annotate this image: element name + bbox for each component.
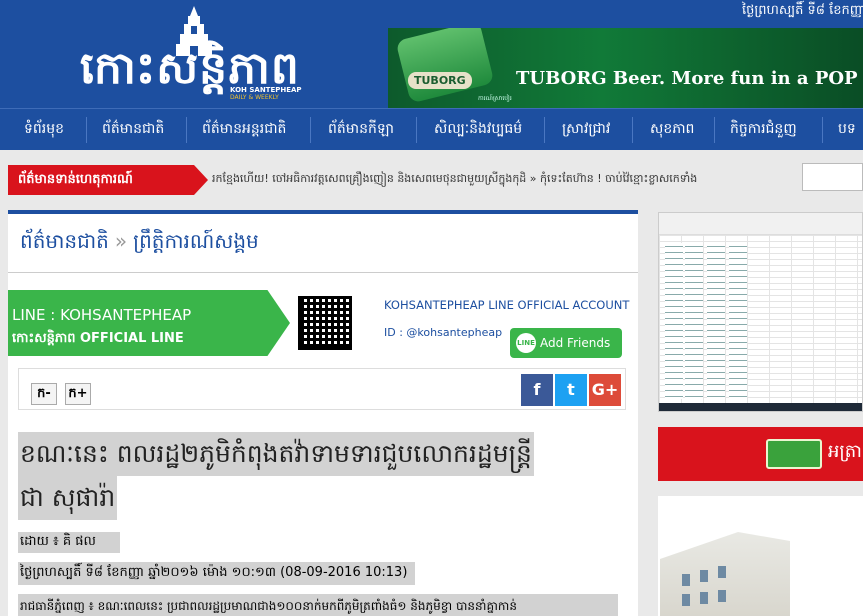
add-friends-label: Add Friends <box>540 336 611 350</box>
nav-divider <box>86 117 87 143</box>
nav-divider <box>822 117 823 143</box>
add-friends-button[interactable]: LINE Add Friends <box>510 328 622 358</box>
search-input[interactable] <box>802 163 863 191</box>
promo-label: អត្រា <box>828 441 862 462</box>
breaking-news-ticker[interactable]: រកខ្មែងហើយ! ចៅអធិការវត្តសេពគ្រឿងញៀន និងស… <box>212 172 697 188</box>
building-window <box>682 574 690 586</box>
logo-subtitle: KOH SANTEPHEAP <box>230 86 302 94</box>
beer-can-image <box>395 28 495 104</box>
breaking-news-bar: ព័ត៌មានទាន់ហេតុការណ៍ រកខ្មែងហើយ! ចៅអធិកា… <box>0 150 863 208</box>
twitter-share-icon[interactable]: t <box>555 374 587 406</box>
nav-divider <box>632 117 633 143</box>
spreadsheet-column <box>729 243 747 399</box>
building-window <box>700 592 708 604</box>
article-toolbar: ក- ក+ f t G+ <box>18 368 626 410</box>
money-icon <box>766 439 822 469</box>
line-banner-label: LINE : KOHSANTEPHEAP <box>12 306 192 324</box>
logo-subtitle-2: DAILY & WEEKLY <box>230 94 279 101</box>
spreadsheet-column <box>665 243 683 399</box>
qr-code-image <box>298 296 352 350</box>
nav-item-arts-culture[interactable]: សិល្បៈនិងវប្បធម៌ <box>434 109 522 151</box>
nav-divider <box>714 117 715 143</box>
ad-tagline: TUBORG Beer. More fun in a POP Ca <box>516 68 863 89</box>
line-logo-icon: LINE <box>516 333 536 353</box>
main-nav: ទំព័រមុខ ព័ត៌មានជាតិ ព័ត៌មានអន្តរជាតិ ព័… <box>0 108 863 150</box>
divider <box>8 272 638 273</box>
spreadsheet-thumbnail[interactable] <box>658 212 863 412</box>
beer-can-label: TUBORG <box>408 72 472 89</box>
google-plus-share-icon[interactable]: G+ <box>589 374 621 406</box>
building-ad-image[interactable] <box>658 496 863 616</box>
header-date: ថ្ងៃព្រហស្បតិ៍ ទី៨ ខែកញ្ញា <box>742 3 863 18</box>
facebook-share-icon[interactable]: f <box>521 374 553 406</box>
line-official-banner[interactable]: LINE : KOHSANTEPHEAP កោះសន្តិភាព OFFICIA… <box>8 290 290 356</box>
breadcrumb-subsection[interactable]: ព្រឹត្តិការណ៍សង្គម <box>133 229 259 253</box>
article-author: ដោយ ៖ គិ ផល <box>18 532 120 553</box>
breadcrumb-separator: » <box>114 229 128 253</box>
line-banner-sublabel: កោះសន្តិភាព OFFICIAL LINE <box>12 331 184 346</box>
nav-item-international[interactable]: ព័ត៌មានអន្តរជាតិ <box>202 109 286 151</box>
nav-divider <box>186 117 187 143</box>
headline-line-2: ជា សុផារ៉ា <box>18 476 118 520</box>
nav-divider <box>416 117 417 143</box>
breadcrumb-section[interactable]: ព័ត៌មានជាតិ <box>20 229 109 253</box>
nav-item-business[interactable]: កិច្ចការជំនួញ <box>730 109 797 151</box>
font-increase-button[interactable]: ក+ <box>65 383 91 405</box>
site-header: កោះសន្តិភាព KOH SANTEPHEAP DAILY & WEEKL… <box>0 0 863 108</box>
building-window <box>700 570 708 582</box>
ad-small-print: ការណ៍ស្រាបៀរ <box>478 95 512 102</box>
font-decrease-button[interactable]: ក- <box>31 383 57 405</box>
line-account-title: KOHSANTEPHEAP LINE OFFICIAL ACCOUNT <box>384 298 630 312</box>
article-headline: ខណៈនេះ ពលរដ្ឋ២ភូមិកំពុងតវ៉ាទាមទារជួបលោករ… <box>18 432 634 520</box>
article-panel: ព័ត៌មានជាតិ» ព្រឹត្តិការណ៍សង្គម LINE : KO… <box>8 210 638 616</box>
exchange-rate-promo[interactable]: អត្រា <box>658 427 863 481</box>
nav-item-health[interactable]: សុខភាព <box>650 109 694 151</box>
line-account-id: ID : @kohsantepheap <box>384 326 503 339</box>
building-window <box>682 594 690 606</box>
spreadsheet-ribbon <box>659 213 862 235</box>
article-dateline: ថ្ងៃព្រហស្បតិ៍ ទី៨ ខែកញ្ញា ឆ្នាំ២០១៦ ម៉ោ… <box>18 562 416 585</box>
breadcrumb: ព័ត៌មានជាតិ» ព្រឹត្តិការណ៍សង្គម <box>20 228 259 258</box>
nav-item-sports[interactable]: ព័ត៌មានកីឡា <box>328 109 394 151</box>
article-lede: រាជធានីភ្នំពេញ ៖ ខណៈពេលនេះ ប្រជាពលរដ្ឋប្… <box>18 594 618 616</box>
headline-line-1: ខណៈនេះ ពលរដ្ឋ២ភូមិកំពុងតវ៉ាទាមទារជួបលោករ… <box>18 432 534 476</box>
nav-item-research[interactable]: ស្រាវជ្រាវ <box>562 109 610 151</box>
site-logo[interactable]: កោះសន្តិភាព KOH SANTEPHEAP DAILY & WEEKL… <box>80 6 310 102</box>
building-window <box>718 590 726 602</box>
nav-item-more[interactable]: បទ <box>838 109 856 151</box>
spreadsheet-column <box>707 243 725 399</box>
nav-divider <box>544 117 545 143</box>
nav-item-home[interactable]: ទំព័រមុខ <box>24 109 64 151</box>
building-window <box>718 566 726 578</box>
ad-banner[interactable]: TUBORG TUBORG Beer. More fun in a POP Ca… <box>388 28 863 108</box>
nav-item-national[interactable]: ព័ត៌មានជាតិ <box>102 109 164 151</box>
spreadsheet-column <box>685 243 703 399</box>
breaking-news-label: ព័ត៌មានទាន់ហេតុការណ៍ <box>8 165 208 195</box>
nav-divider <box>310 117 311 143</box>
spreadsheet-taskbar <box>659 403 862 411</box>
